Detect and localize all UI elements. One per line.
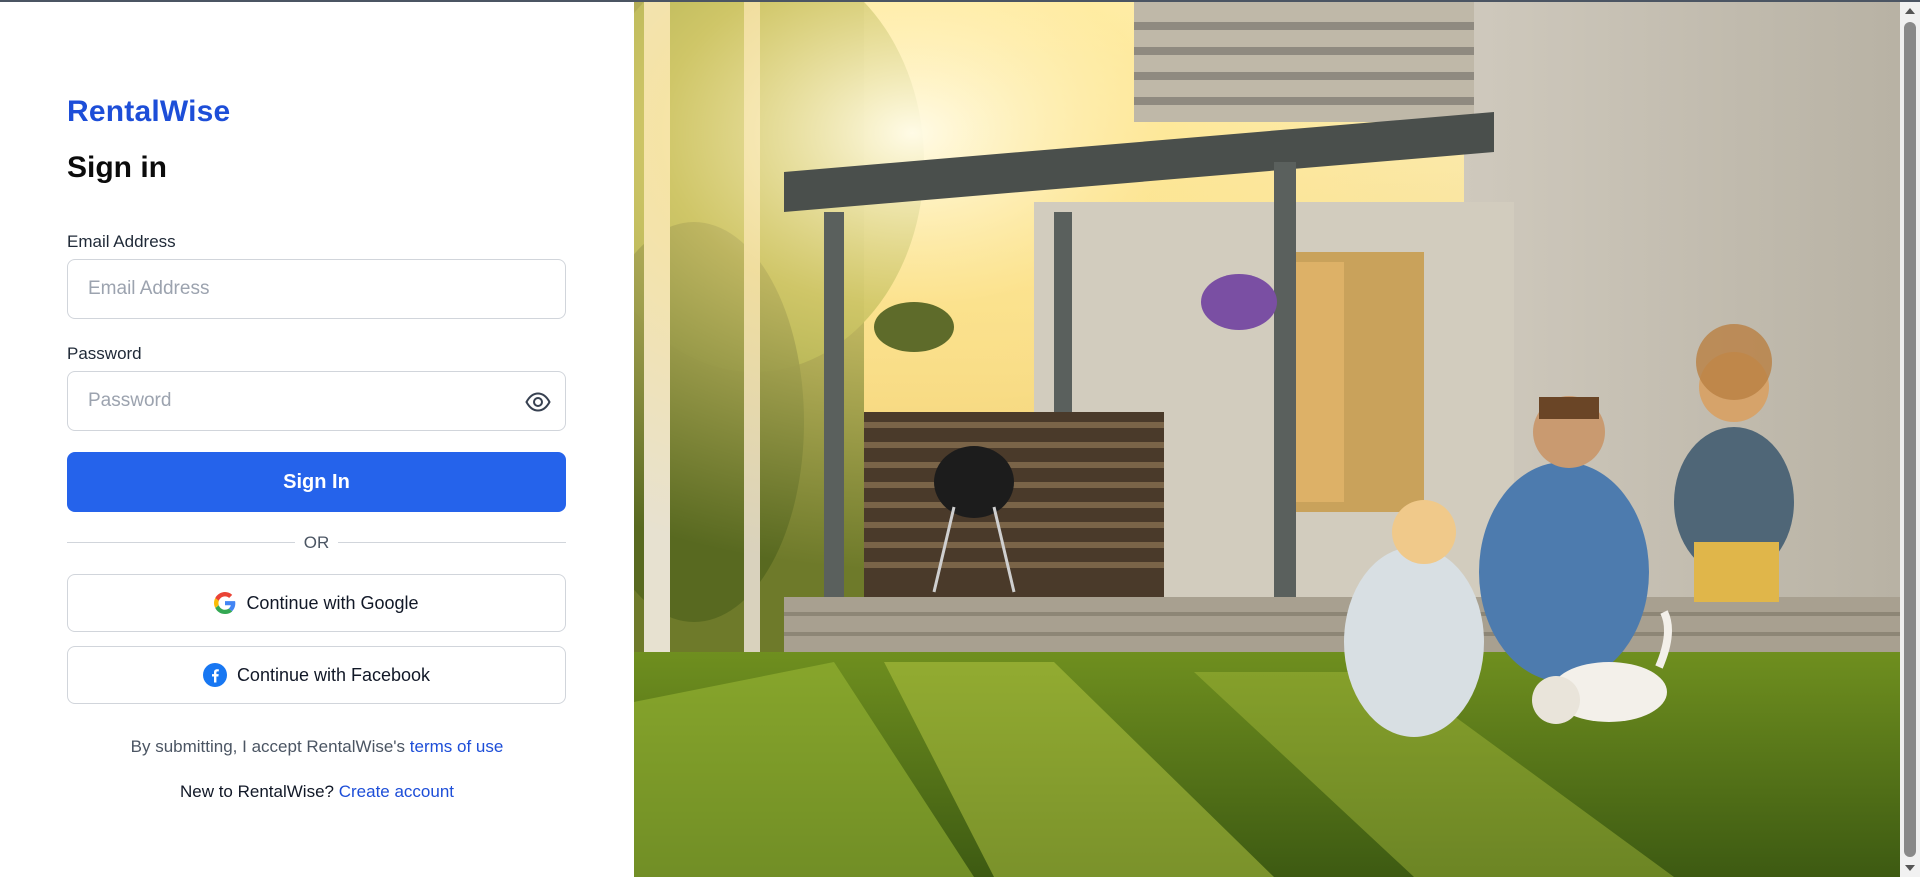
terms-notice: By submitting, I accept RentalWise's ter…	[0, 737, 634, 757]
scroll-up-icon[interactable]	[1905, 8, 1915, 14]
facebook-button-label: Continue with Facebook	[236, 664, 431, 685]
new-user-text: New to RentalWise?	[179, 782, 334, 801]
create-account-prompt: New to RentalWise? Create account	[0, 782, 634, 802]
sign-in-panel: RentalWise Sign in Email Address Passwor…	[0, 2, 634, 877]
google-icon	[214, 592, 236, 614]
family-backyard-image	[634, 2, 1900, 877]
password-label: Password	[67, 344, 142, 363]
divider-line-right	[338, 542, 566, 543]
terms-text: By submitting, I accept RentalWise's	[130, 737, 406, 756]
sign-in-button[interactable]: Sign In	[67, 452, 566, 512]
or-divider: OR	[67, 533, 566, 553]
page-scrollbar[interactable]	[1900, 2, 1920, 877]
email-field-wrapper	[67, 259, 566, 319]
hero-photo	[634, 2, 1900, 877]
divider-text: OR	[303, 533, 330, 552]
create-account-link[interactable]: Create account	[339, 782, 454, 801]
eye-icon[interactable]	[525, 391, 551, 413]
facebook-sign-in-button[interactable]: Continue with Facebook	[67, 646, 566, 704]
scroll-down-icon[interactable]	[1905, 865, 1915, 871]
google-sign-in-button[interactable]: Continue with Google	[67, 574, 566, 632]
email-input[interactable]	[68, 260, 565, 318]
scrollbar-thumb[interactable]	[1904, 22, 1916, 857]
password-field-wrapper	[67, 371, 566, 431]
facebook-icon	[202, 663, 227, 687]
page-title: Sign in	[67, 151, 167, 184]
terms-of-use-link[interactable]: terms of use	[410, 737, 504, 756]
brand-logo[interactable]: RentalWise	[67, 95, 230, 129]
password-input[interactable]	[68, 372, 565, 430]
email-label: Email Address	[67, 232, 176, 251]
google-button-label: Continue with Google	[246, 592, 419, 613]
